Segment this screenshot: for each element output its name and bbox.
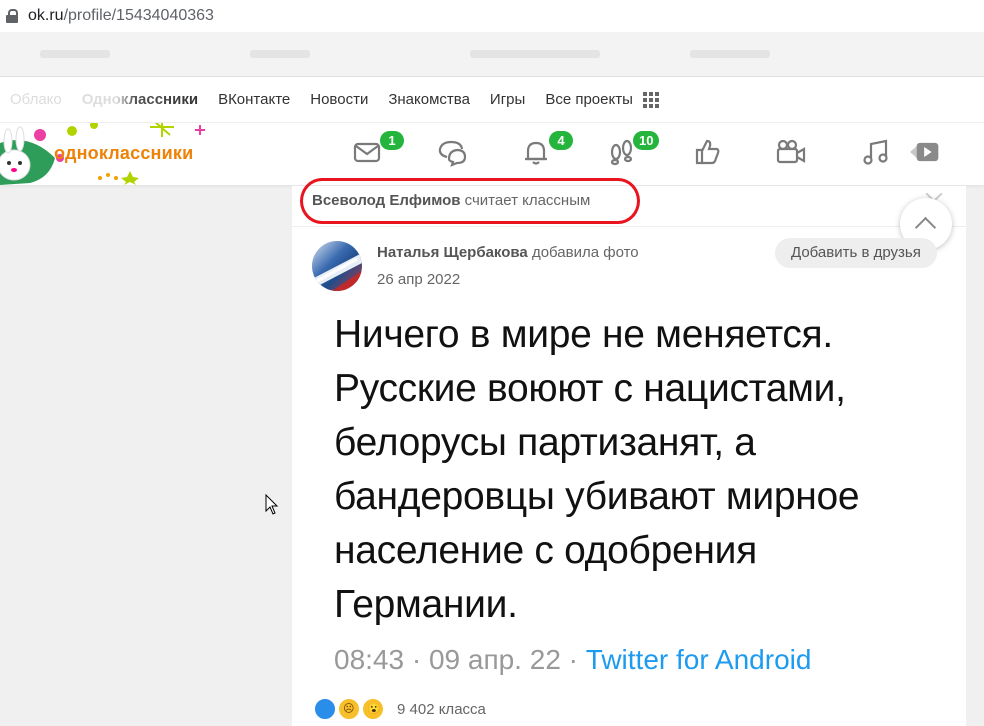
- nav-link-all-projects[interactable]: Все проекты: [545, 91, 633, 108]
- post-line: Русские воюют с нацистами,: [334, 367, 846, 410]
- nav-link-oblako[interactable]: Облако: [10, 91, 62, 108]
- discussions-icon[interactable]: [437, 137, 467, 167]
- tweet-source: Twitter for Android: [585, 644, 812, 675]
- post-line: Германии.: [334, 583, 518, 626]
- nav-link-igry[interactable]: Игры: [490, 91, 525, 108]
- messages-badge: 1: [380, 131, 404, 150]
- post-line: белорусы партизанят, а: [334, 421, 756, 464]
- reaction-like-icon: [313, 697, 337, 721]
- notifications-icon[interactable]: 4: [521, 131, 573, 167]
- reaction-shock-icon: 😮: [361, 697, 385, 721]
- messages-icon[interactable]: 1: [352, 131, 404, 167]
- author-line: Наталья Щербакова добавила фото: [377, 244, 639, 261]
- guests-icon[interactable]: 10: [607, 131, 660, 167]
- post-line: бандеровцы убивают мирное: [334, 475, 860, 518]
- tweet-meta: 08:43 · 09 апр. 22 · Twitter for Android: [334, 644, 811, 676]
- post-line: Ничего в мире не меняется.: [334, 313, 833, 356]
- post-image-text[interactable]: Ничего в мире не меняется. Русские воюют…: [334, 308, 954, 632]
- bookmarks-bar: [0, 32, 984, 77]
- nav-link-odnoklassniki[interactable]: Одноклассники: [82, 91, 198, 108]
- video-icon[interactable]: [776, 137, 806, 167]
- nav-link-novosti[interactable]: Новости: [310, 91, 368, 108]
- red-highlight-annotation: [300, 178, 640, 224]
- nav-link-vkontakte[interactable]: ВКонтакте: [218, 91, 290, 108]
- guests-badge: 10: [633, 131, 660, 150]
- notifications-badge: 4: [549, 131, 573, 150]
- post-line: население с одобрения: [334, 529, 757, 572]
- reaction-sad-icon: ☹: [337, 697, 361, 721]
- site-header: одноклассники 1 4 10: [0, 123, 984, 185]
- author-action: добавила фото: [531, 244, 639, 261]
- video-play-icon[interactable]: [910, 137, 946, 167]
- address-bar[interactable]: ok.ru/profile/15434040363: [0, 0, 984, 32]
- klass-count[interactable]: 9 402 класса: [397, 701, 486, 718]
- header-nav-icons: 1 4 10: [0, 123, 984, 185]
- post-date[interactable]: 26 апр 2022: [377, 271, 460, 288]
- projects-nav: Облако Одноклассники ВКонтакте Новости З…: [0, 77, 984, 123]
- apps-grid-icon[interactable]: [642, 91, 659, 108]
- author-name[interactable]: Наталья Щербакова: [377, 244, 528, 261]
- mouse-cursor-icon: [265, 494, 279, 515]
- avatar-image-icon: [312, 253, 362, 291]
- add-friend-button[interactable]: Добавить в друзья: [775, 238, 937, 268]
- music-icon[interactable]: [861, 137, 891, 167]
- tweet-time: 08:43 · 09 апр. 22 ·: [334, 644, 586, 675]
- url-text[interactable]: ok.ru/profile/15434040363: [28, 7, 214, 25]
- lock-icon[interactable]: [6, 9, 18, 23]
- events-icon[interactable]: [692, 137, 722, 167]
- divider: [292, 226, 966, 227]
- nav-link-znakomstva[interactable]: Знакомства: [388, 91, 470, 108]
- author-avatar[interactable]: [312, 241, 362, 291]
